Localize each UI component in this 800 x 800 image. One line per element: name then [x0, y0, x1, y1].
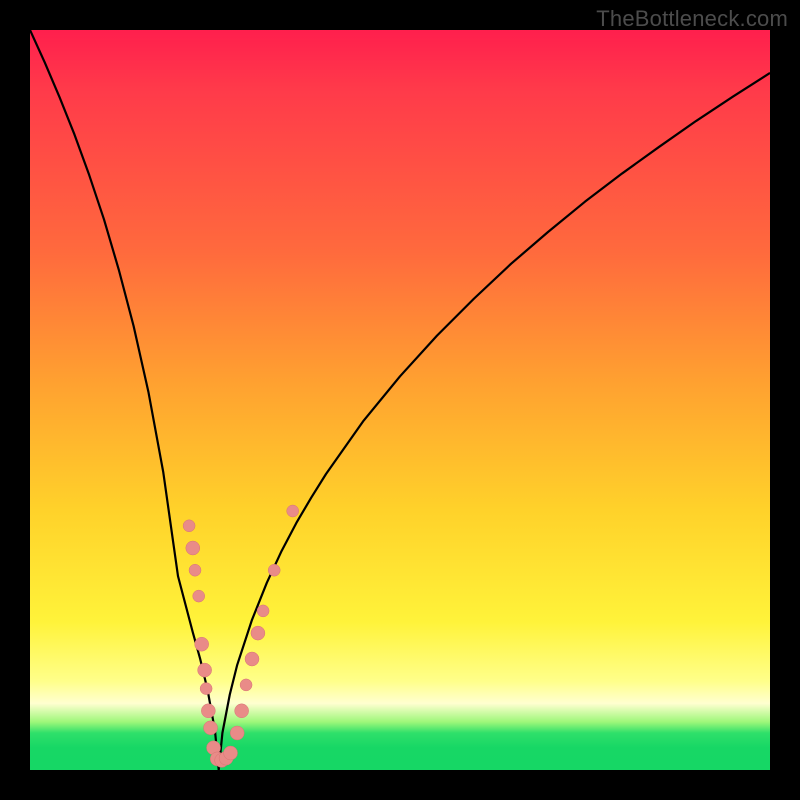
curve-marker [204, 721, 218, 735]
curve-marker [224, 746, 238, 760]
curve-marker [245, 652, 259, 666]
plot-area [30, 30, 770, 770]
curve-marker [240, 679, 252, 691]
curve-marker [195, 637, 209, 651]
curve-marker [189, 564, 201, 576]
curve-marker [186, 541, 200, 555]
curve-marker [235, 704, 249, 718]
curve-marker [198, 663, 212, 677]
curve-marker [257, 605, 269, 617]
chart-frame: TheBottleneck.com [0, 0, 800, 800]
watermark-text: TheBottleneck.com [596, 6, 788, 32]
chart-svg [30, 30, 770, 770]
bottleneck-curve [30, 30, 770, 770]
curve-marker [200, 683, 212, 695]
curve-marker [287, 505, 299, 517]
curve-marker [183, 520, 195, 532]
curve-marker [230, 726, 244, 740]
curve-marker [268, 564, 280, 576]
curve-marker [201, 704, 215, 718]
curve-marker [251, 626, 265, 640]
curve-marker [193, 590, 205, 602]
